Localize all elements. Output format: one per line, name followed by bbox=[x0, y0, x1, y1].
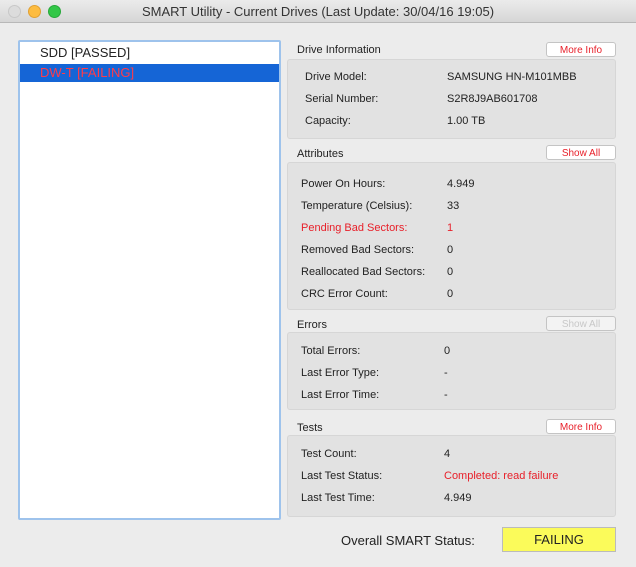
errors-title: Errors bbox=[297, 319, 327, 331]
errors-show-all-button[interactable]: Show All bbox=[546, 316, 616, 331]
drive-list[interactable]: SDD [PASSED] DW-T [FAILING] bbox=[18, 40, 281, 520]
last-test-status-value: Completed: read failure bbox=[444, 470, 559, 482]
overall-status-label: Overall SMART Status: bbox=[341, 533, 475, 548]
total-errors-label: Total Errors: bbox=[301, 345, 361, 357]
drive-model-label: Drive Model: bbox=[305, 71, 367, 83]
test-count-value: 4 bbox=[444, 448, 451, 460]
tests-title: Tests bbox=[297, 422, 323, 434]
last-test-time-value: 4.949 bbox=[444, 492, 472, 504]
drive-info-title: Drive Information bbox=[297, 44, 381, 56]
capacity-label: Capacity: bbox=[305, 115, 351, 127]
window-title: SMART Utility - Current Drives (Last Upd… bbox=[141, 4, 495, 19]
power-on-hours-label: Power On Hours: bbox=[301, 178, 386, 190]
test-count-label: Test Count: bbox=[301, 448, 357, 460]
overall-status-badge: FAILING bbox=[502, 527, 616, 552]
drive-info-more-info-button[interactable]: More Info bbox=[546, 42, 616, 57]
drive-item-sdd[interactable]: SDD [PASSED] bbox=[20, 44, 279, 62]
capacity-value: 1.00 TB bbox=[447, 115, 486, 127]
last-error-type-label: Last Error Type: bbox=[301, 367, 380, 379]
pending-bad-sectors-label: Pending Bad Sectors: bbox=[301, 222, 408, 234]
drive-model-value: SAMSUNG HN-M101MBB bbox=[447, 71, 577, 83]
title-bar: SMART Utility - Current Drives (Last Upd… bbox=[0, 0, 636, 23]
reallocated-bad-sectors-label: Reallocated Bad Sectors: bbox=[301, 266, 426, 278]
tests-more-info-button[interactable]: More Info bbox=[546, 419, 616, 434]
total-errors-value: 0 bbox=[444, 345, 451, 357]
serial-number-label: Serial Number: bbox=[305, 93, 379, 105]
last-error-time-label: Last Error Time: bbox=[301, 389, 380, 401]
last-test-time-label: Last Test Time: bbox=[301, 492, 375, 504]
temperature-value: 33 bbox=[447, 200, 460, 212]
power-on-hours-value: 4.949 bbox=[447, 178, 475, 190]
removed-bad-sectors-value: 0 bbox=[447, 244, 454, 256]
temperature-label: Temperature (Celsius): bbox=[301, 200, 413, 212]
last-error-type-value: - bbox=[444, 367, 448, 379]
last-error-time-value: - bbox=[444, 389, 448, 401]
last-test-status-label: Last Test Status: bbox=[301, 470, 383, 482]
serial-number-value: S2R8J9AB601708 bbox=[447, 93, 538, 105]
reallocated-bad-sectors-value: 0 bbox=[447, 266, 454, 278]
removed-bad-sectors-label: Removed Bad Sectors: bbox=[301, 244, 415, 256]
pending-bad-sectors-value: 1 bbox=[447, 222, 454, 234]
attributes-title: Attributes bbox=[297, 148, 344, 160]
crc-error-count-label: CRC Error Count: bbox=[301, 288, 388, 300]
attributes-show-all-button[interactable]: Show All bbox=[546, 145, 616, 160]
crc-error-count-value: 0 bbox=[447, 288, 454, 300]
drive-item-dw-t[interactable]: DW-T [FAILING] bbox=[20, 64, 279, 82]
